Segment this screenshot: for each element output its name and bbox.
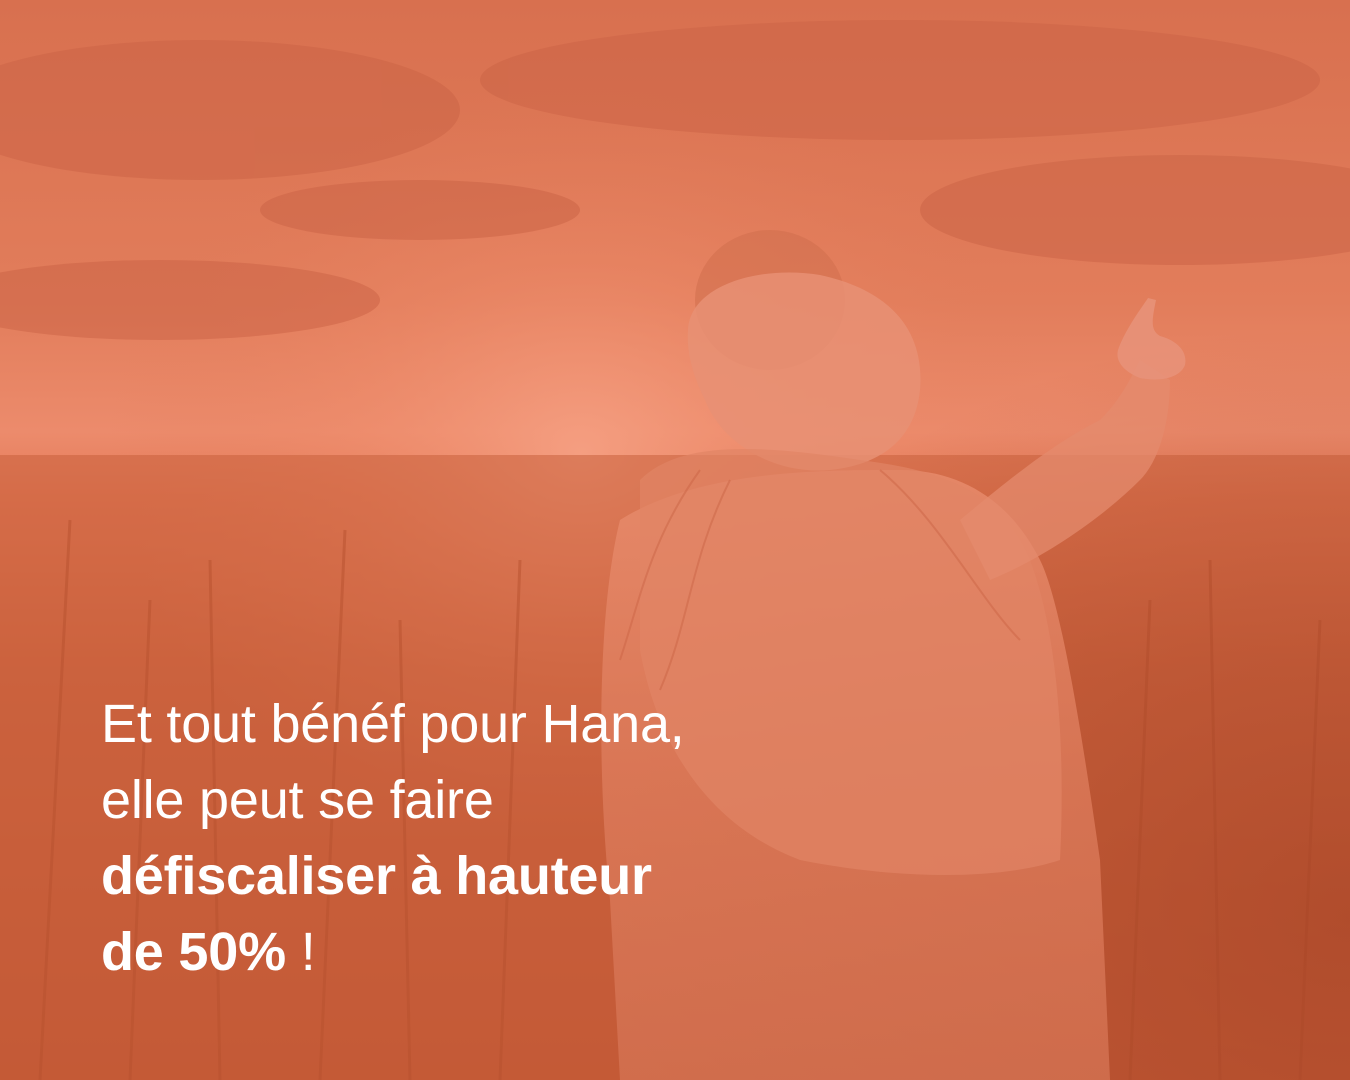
caption-line-1: Et tout bénéf pour Hana,: [101, 694, 685, 754]
promo-caption: Et tout bénéf pour Hana, elle peut se fa…: [101, 686, 1001, 990]
caption-exclamation: !: [285, 922, 316, 982]
social-post-canvas: Et tout bénéf pour Hana, elle peut se fa…: [0, 0, 1350, 1080]
caption-highlight-percent: de 50%: [101, 922, 286, 982]
caption-line-2: elle peut se faire: [101, 770, 494, 830]
caption-line-3: défiscaliser à hauteur: [101, 846, 652, 906]
caption-line-4: de 50% !: [101, 914, 1001, 990]
